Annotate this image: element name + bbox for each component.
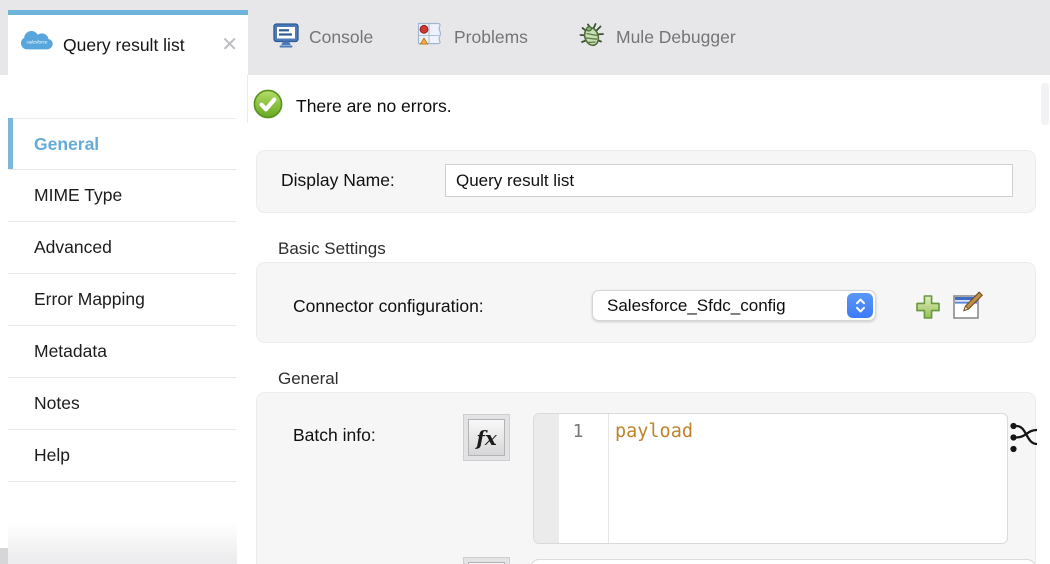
add-config-button[interactable] [914, 293, 942, 321]
sidebar-item-label: Metadata [34, 341, 107, 362]
second-code-editor[interactable] [530, 559, 1036, 564]
validation-status: There are no errors. [253, 89, 452, 124]
tab-query-result-list[interactable]: salesforce Query result list ✕ [8, 10, 248, 75]
display-name-label: Display Name: [281, 170, 395, 191]
tab-label: Mule Debugger [616, 27, 736, 48]
connector-config-select[interactable]: Salesforce_Sfdc_config [592, 290, 876, 321]
batch-info-label: Batch info: [293, 425, 376, 446]
edit-config-button[interactable] [951, 290, 984, 323]
tab-problems[interactable]: Problems [417, 0, 528, 75]
properties-sidebar: General MIME Type Advanced Error Mapping… [0, 75, 237, 564]
tab-label: Console [309, 27, 373, 48]
sidebar-item-mime-type[interactable]: MIME Type [8, 170, 236, 222]
sidebar-item-label: MIME Type [34, 185, 122, 206]
sidebar-item-label: Error Mapping [34, 289, 145, 310]
basic-settings-title: Basic Settings [278, 239, 386, 259]
plus-icon [914, 293, 942, 321]
expression-fx-button[interactable]: fx [463, 414, 510, 461]
sidebar-item-metadata[interactable]: Metadata [8, 326, 236, 378]
chevron-up-down-icon [847, 293, 873, 318]
sidebar-item-advanced[interactable]: Advanced [8, 222, 236, 274]
datasense-tree-icon[interactable] [1009, 419, 1039, 456]
connector-config-label: Connector configuration: [293, 296, 484, 317]
svg-text:salesforce: salesforce [27, 39, 48, 44]
fx-icon: fx [468, 419, 505, 456]
problems-icon [417, 22, 444, 54]
scrollbar-thumb[interactable] [1041, 83, 1049, 125]
tab-console[interactable]: Console [273, 0, 373, 75]
sidebar-item-label: Advanced [34, 237, 112, 258]
line-number: 1 [568, 421, 588, 442]
tab-title: Query result list [63, 35, 212, 56]
mule-debugger-icon [577, 21, 606, 55]
expression-fx-button-2[interactable]: fx [463, 557, 510, 564]
code-text: payload [615, 421, 693, 442]
status-text: There are no errors. [296, 96, 452, 117]
header-divider [247, 75, 248, 123]
general-section-title: General [278, 369, 338, 389]
console-icon [273, 23, 299, 53]
sidebar-item-label: Help [34, 445, 70, 466]
tab-bar: salesforce Query result list ✕ Console [0, 0, 1050, 75]
salesforce-cloud-icon: salesforce [21, 31, 54, 59]
sidebar-bottom-fade [8, 522, 237, 564]
success-check-icon [253, 89, 283, 124]
editor-margin-line [608, 414, 609, 543]
sidebar-item-label: Notes [34, 393, 80, 414]
sidebar-item-general[interactable]: General [8, 118, 236, 170]
editor-gutter [534, 414, 559, 543]
batch-info-code-editor[interactable]: 1 payload [533, 413, 1008, 544]
display-name-input[interactable] [445, 164, 1013, 197]
sidebar-item-help[interactable]: Help [8, 430, 236, 482]
tab-label: Problems [454, 27, 528, 48]
bottom-left-edge [0, 548, 8, 564]
properties-view: salesforce Query result list ✕ Console [0, 0, 1050, 564]
sidebar-item-label: General [34, 134, 99, 155]
edit-icon [951, 290, 984, 323]
tab-mule-debugger[interactable]: Mule Debugger [577, 0, 736, 75]
close-icon[interactable]: ✕ [221, 35, 238, 55]
sidebar-item-error-mapping[interactable]: Error Mapping [8, 274, 236, 326]
sidebar-list: General MIME Type Advanced Error Mapping… [8, 118, 236, 482]
connector-config-value: Salesforce_Sfdc_config [607, 291, 843, 320]
sidebar-item-notes[interactable]: Notes [8, 378, 236, 430]
